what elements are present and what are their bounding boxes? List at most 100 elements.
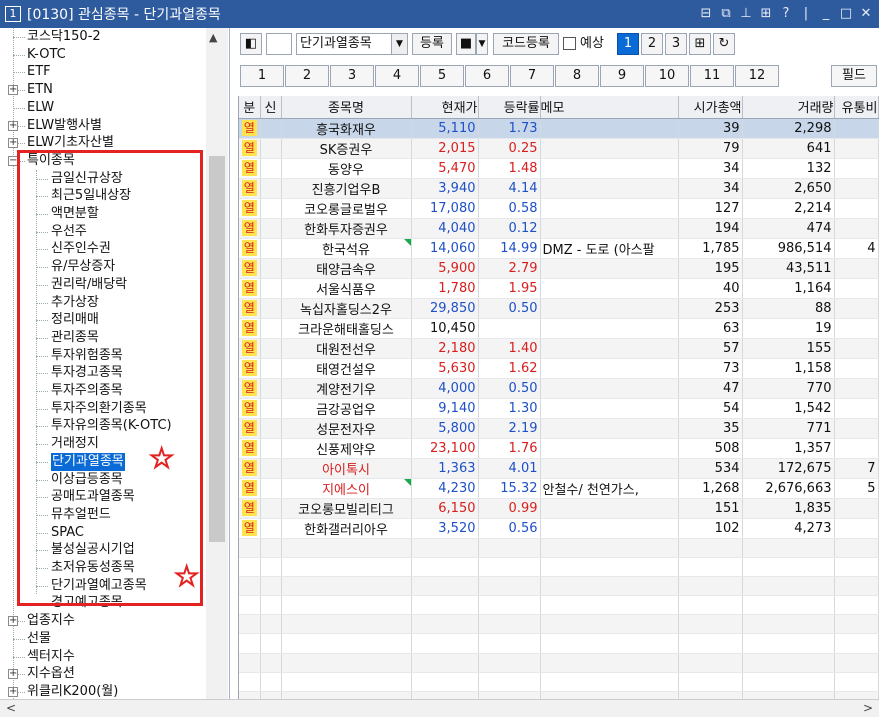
memo-cell[interactable] [540,458,679,479]
stock-name-cell[interactable]: 코오롱모빌리티그 [281,498,412,519]
stock-name-cell[interactable]: 크라운해태홀딩스 [281,318,412,339]
tree-item[interactable]: K-OTC [0,46,206,64]
close-icon[interactable]: ✕ [857,5,875,23]
number-tab-6[interactable]: 6 [465,65,509,87]
collapse-icon[interactable]: − [8,155,18,166]
table-row[interactable]: 열 한국석유 14,060 14.99 DMZ - 도로 (아스팔 1,785 986,51… [239,238,879,259]
tree-item[interactable]: + ETN [0,81,206,99]
stock-name-cell[interactable]: 성문전자우 [281,418,412,439]
view-mode-icon[interactable]: ■ [456,33,476,55]
memo-cell[interactable] [540,278,679,299]
scroll-thumb[interactable] [209,156,225,542]
tree-item[interactable]: 공매도과열종목 [0,488,206,506]
tree-item[interactable]: 이상급등종목 [0,471,206,489]
tree-item[interactable]: 액면분할 [0,205,206,223]
number-tab-1[interactable]: 1 [240,65,284,87]
table-row[interactable]: 열 태영건설우 5,630 1.62 73 1,158 [239,358,879,379]
stock-name-cell[interactable]: 서울식품우 [281,278,412,299]
chevron-down-icon[interactable]: ▼ [391,34,407,54]
code-register-button[interactable]: 코드등록 [493,33,559,55]
stock-name-cell[interactable]: 지에스이 [281,478,412,499]
expand-icon[interactable]: + [8,138,18,149]
tree-item[interactable]: ETF [0,63,206,81]
tree-item[interactable]: + 지수옵션 [0,665,206,683]
col-header-memo[interactable]: 메모 [540,96,679,119]
col-header-type[interactable]: 분 [239,96,261,119]
expand-icon[interactable]: + [8,120,18,131]
col-header-new[interactable]: 신 [260,96,282,119]
tree-item[interactable]: 선물 [0,630,206,648]
tree-item[interactable]: + 업종지수 [0,612,206,630]
tree-item[interactable]: 투자위험종목 [0,347,206,365]
scroll-right-icon[interactable]: > [863,701,873,715]
expand-icon[interactable]: + [8,669,18,680]
tree-item[interactable]: 추가상장 [0,294,206,312]
page-button-1[interactable]: 1 [617,33,639,55]
stock-name-cell[interactable]: 태영건설우 [281,358,412,379]
tree-item[interactable]: 투자주의종목 [0,382,206,400]
tree-item[interactable]: SPAC [0,524,206,542]
col-header-float[interactable]: 유통비 [834,96,879,119]
tree-item[interactable]: 투자경고종목 [0,364,206,382]
stock-name-cell[interactable]: 신풍제약우 [281,438,412,459]
table-row[interactable]: 열 한화투자증권우 4,040 0.12 194 474 [239,218,879,239]
table-row[interactable]: 열 지에스이 4,230 15.32 안철수/ 천연가스, 1,268 2,676,663 5 [239,478,879,499]
memo-cell[interactable]: 안철수/ 천연가스, [540,478,679,499]
pin-icon[interactable]: ⊥ [737,5,755,23]
memo-cell[interactable] [540,198,679,219]
page-button-3[interactable]: 3 [665,33,687,55]
tree-item[interactable]: 관리종목 [0,329,206,347]
memo-cell[interactable] [540,378,679,399]
number-tab-3[interactable]: 3 [330,65,374,87]
tree-item[interactable]: + 위클리K200(월) [0,683,206,699]
memo-cell[interactable] [540,158,679,179]
table-row[interactable]: 열 한화갤러리아우 3,520 0.56 102 4,273 [239,518,879,539]
reserve-checkbox[interactable] [563,37,576,50]
col-header-name[interactable]: 종목명 [281,96,412,119]
tree-item[interactable]: 뮤추얼펀드 [0,506,206,524]
export-icon[interactable]: ⊞ [689,33,711,55]
group-select[interactable]: 단기과열종목 ▼ [296,33,408,55]
stock-name-cell[interactable]: 계양전기우 [281,378,412,399]
number-tab-2[interactable]: 2 [285,65,329,87]
tree-item[interactable]: − 특이종목 [0,152,206,170]
memo-cell[interactable] [540,518,679,539]
table-row[interactable]: 열 SK증권우 2,015 0.25 79 641 [239,138,879,159]
memo-cell[interactable] [540,498,679,519]
stock-name-cell[interactable]: 대원전선우 [281,338,412,359]
tree-item[interactable]: 금일신규상장 [0,170,206,188]
tree-item[interactable]: 코스닥150-2 [0,28,206,46]
table-row[interactable]: 열 태양금속우 5,900 2.79 195 43,511 [239,258,879,279]
table-row[interactable]: 열 성문전자우 5,800 2.19 35 771 [239,418,879,439]
help-icon[interactable]: ? [777,5,795,23]
grid-icon[interactable]: ⊞ [757,5,775,23]
table-row[interactable]: 열 진흥기업우B 3,940 4.14 34 2,650 [239,178,879,199]
table-row[interactable]: 열 대원전선우 2,180 1.40 57 155 [239,338,879,359]
memo-cell[interactable] [540,298,679,319]
scroll-up-icon[interactable]: ▲ [209,31,217,44]
tree-item[interactable]: 신주인수권 [0,240,206,258]
col-header-volume[interactable]: 거래량 [742,96,835,119]
horizontal-scrollbar[interactable]: < > [0,699,879,717]
table-row[interactable]: 열 코오롱모빌리티그 6,150 0.99 151 1,835 [239,498,879,519]
tree-item[interactable]: 유/무상증자 [0,258,206,276]
popout-icon[interactable]: ⧉ [717,5,735,23]
memo-cell[interactable] [540,218,679,239]
number-tab-9[interactable]: 9 [600,65,644,87]
tree-item[interactable]: 우선주 [0,223,206,241]
memo-cell[interactable] [540,178,679,199]
tree-item[interactable]: 투자주의환기종목 [0,400,206,418]
stock-name-cell[interactable]: 진흥기업우B [281,178,412,199]
stock-name-cell[interactable]: 금강공업우 [281,398,412,419]
col-header-market-cap[interactable]: 시가총액 [678,96,743,119]
memo-cell[interactable] [540,398,679,419]
stock-name-cell[interactable]: 코오롱글로벌우 [281,198,412,219]
stock-name-cell[interactable]: 동양우 [281,158,412,179]
register-button[interactable]: 등록 [412,33,452,55]
table-row[interactable]: 열 금강공업우 9,140 1.30 54 1,542 [239,398,879,419]
col-header-price[interactable]: 현재가 [411,96,479,119]
tree-item[interactable]: 섹터지수 [0,648,206,666]
stock-name-cell[interactable]: SK증권우 [281,138,412,159]
table-row[interactable]: 열 서울식품우 1,780 1.95 40 1,164 [239,278,879,299]
number-tab-10[interactable]: 10 [645,65,689,87]
